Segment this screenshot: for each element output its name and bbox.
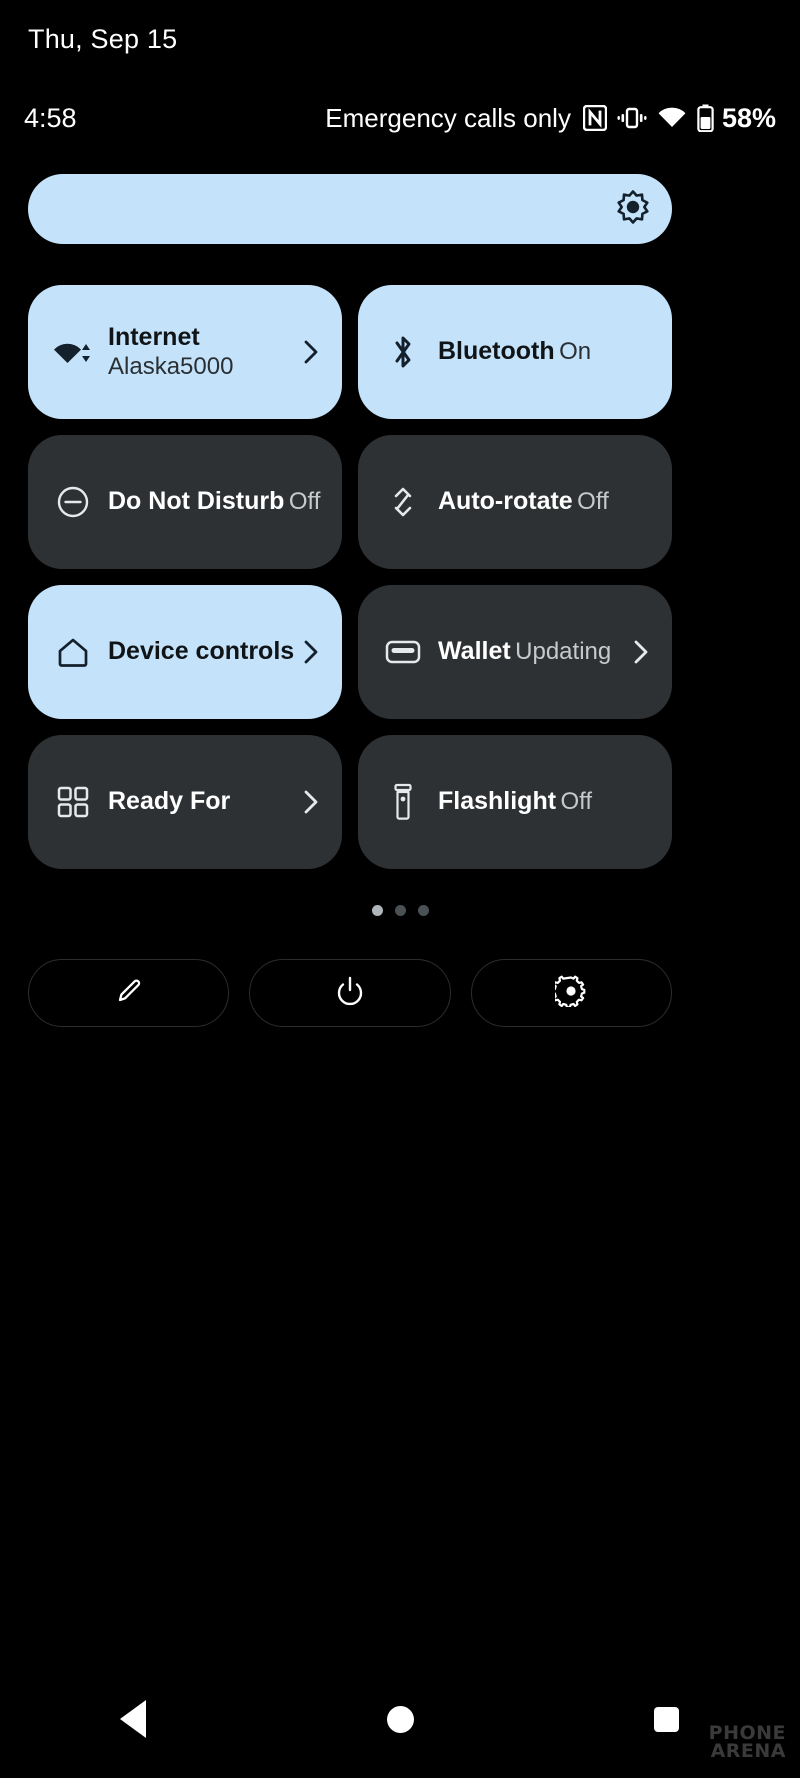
tile-text-group: Auto-rotate Off [438,487,652,517]
bluetooth-icon [382,333,424,371]
tile-title: Do Not Disturb [108,487,285,516]
page-dot-2[interactable] [394,905,406,916]
tile-do-not-disturb[interactable]: Do Not Disturb Off [28,435,342,569]
tile-bluetooth[interactable]: Bluetooth On [358,285,672,419]
tile-title: Internet [108,323,200,352]
battery-percent-label: 58% [721,102,776,133]
tile-ready-for[interactable]: Ready For [28,735,342,869]
nav-home-button[interactable] [267,1705,534,1733]
nav-back-button[interactable] [0,1700,267,1738]
tile-text-group: Bluetooth On [438,337,652,367]
do-not-disturb-icon [52,485,94,519]
gear-icon [551,975,587,1012]
tile-subtitle: Off [560,788,593,816]
status-icons-group: Emergency calls only 58% [325,103,776,134]
battery-icon [697,104,714,132]
tile-text-group: Internet Alaska5000 [108,323,300,381]
wifi-icon [657,106,687,130]
brightness-icon [616,189,650,229]
vibrate-icon [617,106,647,130]
chevron-right-icon[interactable] [300,638,322,666]
nfc-icon [582,105,607,131]
edit-tiles-button[interactable] [28,959,230,1027]
home-icon [52,636,94,668]
tile-device-controls[interactable]: Device controls [28,585,342,719]
power-button[interactable] [249,959,451,1027]
tile-title: Bluetooth [438,337,555,366]
tile-subtitle: Off [288,488,321,516]
brightness-slider[interactable] [28,174,672,244]
flashlight-icon [382,783,424,821]
quick-settings-panel: Thu, Sep 15 4:58 Emergency calls only 58… [0,0,800,1778]
pencil-icon [113,975,145,1012]
navigation-bar [0,1660,800,1778]
grid-squares-icon [52,786,94,818]
tile-wallet[interactable]: Wallet Updating [358,585,672,719]
tile-flashlight[interactable]: Flashlight Off [358,735,672,869]
tile-text-group: Ready For [108,787,300,817]
page-indicator [0,905,800,916]
tile-title: Flashlight [438,787,557,816]
chevron-right-icon[interactable] [630,638,652,666]
tile-subtitle: Alaska5000 [108,352,234,380]
watermark-line-2: ARENA [710,1739,786,1762]
watermark: PHONE ARENA [709,1723,786,1762]
tile-title: Device controls [108,637,295,666]
page-dot-1[interactable] [371,905,383,916]
tile-title: Wallet [438,637,511,666]
tile-text-group: Flashlight Off [438,787,652,817]
quick-settings-tiles: Internet Alaska5000 Bluetooth On Do Not … [28,285,672,869]
power-icon [334,975,366,1012]
recents-icon [654,1706,680,1732]
back-icon [120,1700,147,1738]
wallet-icon [382,638,424,666]
status-bar: 4:58 Emergency calls only 58% [0,96,800,140]
tile-text-group: Do Not Disturb Off [108,487,322,517]
page-dot-3[interactable] [417,905,429,916]
wifi-data-icon [52,335,94,369]
tile-auto-rotate[interactable]: Auto-rotate Off [358,435,672,569]
tile-subtitle: Updating [515,638,612,666]
tile-subtitle: Off [577,488,609,516]
footer-actions [28,959,672,1027]
tile-title: Auto-rotate [438,487,573,516]
auto-rotate-icon [382,484,424,520]
tile-text-group: Wallet Updating [438,637,630,667]
chevron-right-icon[interactable] [300,338,322,366]
settings-button[interactable] [470,959,672,1027]
carrier-label: Emergency calls only [325,102,571,133]
chevron-right-icon[interactable] [300,788,322,816]
tile-title: Ready For [108,787,231,816]
date-header: Thu, Sep 15 [28,24,178,54]
tile-text-group: Device controls [108,637,300,667]
home-circle-icon [386,1705,414,1733]
tile-subtitle: On [559,338,592,366]
tile-internet[interactable]: Internet Alaska5000 [28,285,342,419]
status-clock: 4:58 [24,102,77,133]
